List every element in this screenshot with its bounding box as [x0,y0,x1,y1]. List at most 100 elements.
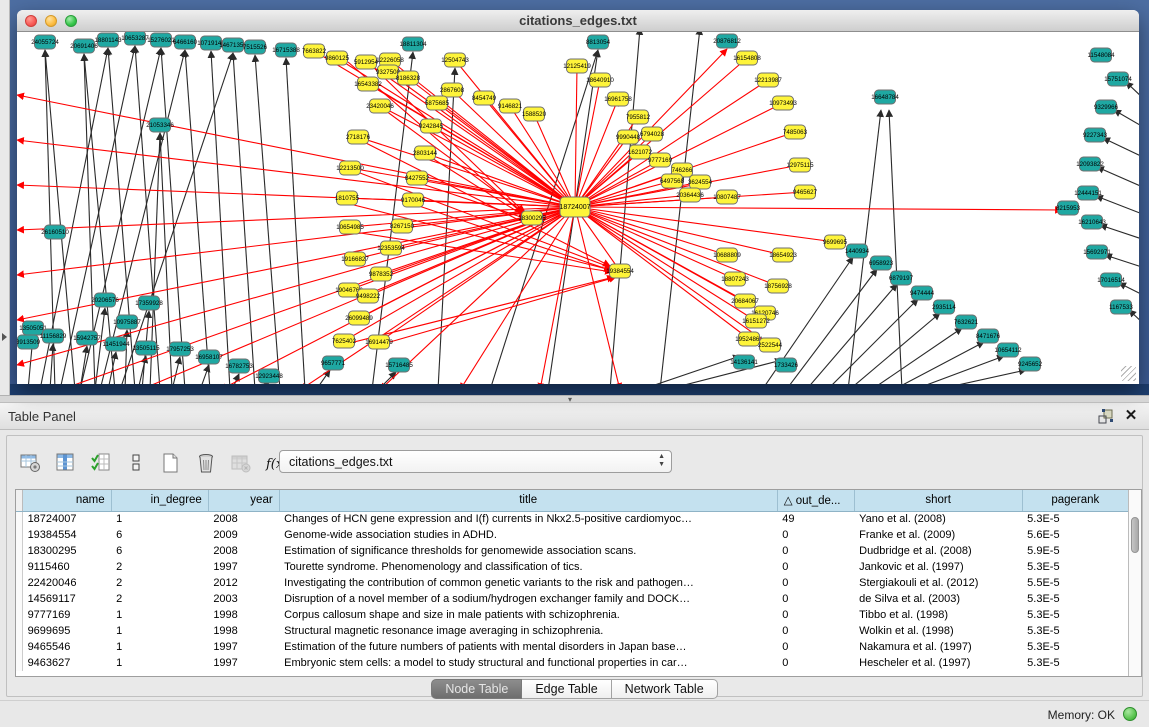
column-header-pagerank[interactable]: pagerank [1022,490,1128,511]
graph-node[interactable]: 15276021 [147,33,175,47]
graph-node[interactable]: 3913509 [17,335,41,349]
tab-edge-table[interactable]: Edge Table [522,679,611,699]
graph-node[interactable]: 9878352 [369,267,394,281]
graph-node[interactable]: 11156829 [40,329,67,343]
graph-node[interactable]: 20684067 [731,294,759,308]
graph-node[interactable]: 12353594 [377,241,405,255]
graph-node[interactable]: 12504743 [441,53,469,67]
expand-panel-arrow-icon[interactable] [2,333,7,341]
graph-node[interactable]: 8813054 [586,35,611,49]
table-row[interactable]: 946362711997Embryonic stem cells: a mode… [16,655,1129,671]
graph-node[interactable]: 9657771 [321,356,346,370]
graph-node[interactable]: 6466160 [173,35,198,49]
graph-node[interactable]: 9699695 [823,235,848,249]
graph-node[interactable]: 16782753 [225,359,253,373]
graph-node[interactable]: 12093822 [1076,157,1104,171]
graph-node[interactable]: 6879197 [889,271,914,285]
column-header-year[interactable]: year [208,490,279,511]
graph-node[interactable]: 17957253 [166,342,194,356]
graph-node[interactable]: 12444151 [1074,186,1102,200]
graph-node[interactable]: 21053346 [146,118,174,132]
table-settings-icon[interactable] [19,451,43,475]
graph-node[interactable]: 18811304 [399,37,427,51]
graph-node[interactable]: 18756928 [764,279,792,293]
graph-node[interactable]: 17016514 [1097,273,1125,287]
tab-node-table[interactable]: Node Table [431,679,522,699]
network-window-titlebar[interactable]: citations_edges.txt [17,10,1139,32]
graph-node[interactable]: 10654112 [994,343,1022,357]
graph-node[interactable]: 16543382 [354,77,382,91]
graph-node[interactable]: 7515526 [243,40,268,54]
graph-node[interactable]: 15692971 [1083,245,1111,259]
graph-node[interactable]: 1733426 [774,358,799,372]
graph-node[interactable]: 6958923 [869,256,894,270]
graph-node[interactable]: 11451944 [102,337,130,351]
new-file-icon[interactable] [159,451,183,475]
graph-node[interactable]: 18654923 [769,248,797,262]
graph-node[interactable]: 5912954 [354,55,379,69]
graph-node[interactable]: 12975115 [786,158,814,172]
table-row[interactable]: 977716911998Corpus callosum shape and si… [16,607,1129,623]
graph-node[interactable]: 7955812 [626,110,651,124]
combo-stepper-icon[interactable]: ▲▼ [658,453,665,469]
graph-node[interactable]: 9465627 [793,185,818,199]
graph-node[interactable]: 20876812 [713,34,741,48]
table-row[interactable]: 1938455462009Genome-wide association stu… [16,527,1129,543]
graph-node[interactable]: 10653287 [121,32,149,45]
graph-node[interactable]: 20364436 [676,188,704,202]
graph-node[interactable]: 18801143 [94,33,122,47]
graph-hub-node[interactable]: 18724007 [559,197,590,217]
graph-node[interactable]: 8427552 [405,171,430,185]
graph-node[interactable]: 18300295 [518,211,546,225]
graph-node[interactable]: 9170046 [401,193,426,207]
graph-node[interactable]: 1588520 [522,107,547,121]
graph-node[interactable]: 17359928 [135,296,163,310]
graph-node[interactable]: 16715388 [272,43,300,57]
graph-node[interactable]: 9990448 [616,130,641,144]
graph-node[interactable]: 8186328 [396,71,421,85]
graph-node[interactable]: 16958107 [195,350,223,364]
table-row[interactable]: 1456911722003Disruption of a novel membe… [16,591,1129,607]
table-row[interactable]: 1830029562008Estimation of significance … [16,543,1129,559]
graph-node[interactable]: 8471676 [976,329,1001,343]
column-header-title[interactable]: title [279,490,777,511]
graph-node[interactable]: 2718176 [346,130,371,144]
window-resize-grip[interactable] [1121,366,1136,381]
graph-node[interactable]: 8215953 [1056,201,1081,215]
graph-node[interactable]: 11548084 [1087,48,1115,62]
table-row[interactable]: 946554611997Estimation of the future num… [16,639,1129,655]
graph-node[interactable]: 16151272 [742,314,770,328]
table-row[interactable]: 1872400712008Changes of HCN gene express… [16,511,1129,527]
graph-node[interactable]: 2522544 [758,338,783,352]
table-row[interactable]: 2242004622012Investigating the contribut… [16,575,1129,591]
graph-node[interactable]: 10973493 [769,96,797,110]
graph-node[interactable]: 9860125 [325,51,350,65]
graph-node[interactable]: 7632621 [954,315,979,329]
graph-node[interactable]: 18640910 [586,73,614,87]
graph-node[interactable]: 2803144 [413,146,438,160]
graph-node[interactable]: 12213987 [754,73,782,87]
graph-node[interactable]: 9329966 [1094,100,1119,114]
graph-node[interactable]: 9146821 [498,99,523,113]
graph-node[interactable]: 19166827 [341,252,369,266]
graph-node[interactable]: 9242845 [419,119,444,133]
select-rows-icon[interactable] [89,451,113,475]
graph-node[interactable]: 16210643 [1078,215,1106,229]
graph-node[interactable]: 18807243 [721,272,749,286]
table-scrollbar[interactable] [1128,490,1141,676]
graph-node[interactable]: 7485063 [783,125,808,139]
column-header-name[interactable]: name [22,490,111,511]
graph-node[interactable]: 9245652 [1018,357,1043,371]
scrollbar-thumb[interactable] [1131,517,1139,553]
control-panel-collapsed-strip[interactable] [0,0,10,395]
graph-node[interactable]: 16154808 [733,51,761,65]
graph-node[interactable]: 2867608 [440,83,465,97]
graph-node[interactable]: 7625402 [332,334,357,348]
graph-node[interactable]: 2935114 [932,300,956,314]
graph-node[interactable]: 19384554 [606,264,634,278]
select-columns-icon[interactable] [54,451,78,475]
graph-node[interactable]: 8454749 [472,91,497,105]
import-table-icon[interactable] [229,451,253,475]
graph-node[interactable]: 8267150 [390,219,415,233]
graph-node[interactable]: 7663822 [302,44,327,58]
